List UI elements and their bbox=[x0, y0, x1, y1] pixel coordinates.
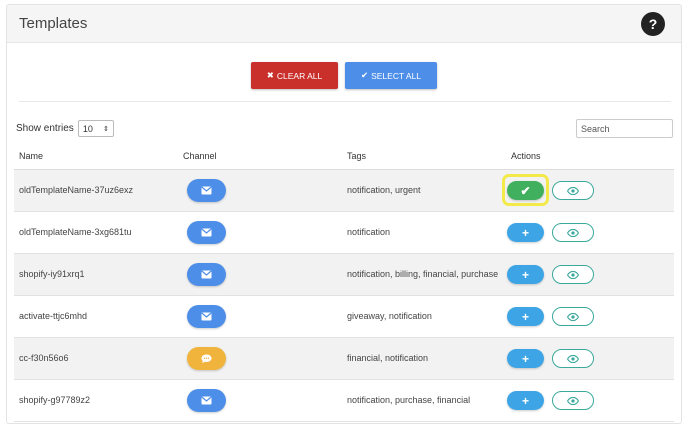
plus-icon: + bbox=[521, 309, 529, 324]
eye-icon bbox=[567, 312, 579, 321]
template-name: oldTemplateName-3xg681tu bbox=[19, 227, 132, 237]
plus-icon: + bbox=[521, 393, 529, 408]
envelope-icon bbox=[201, 228, 212, 237]
template-name: shopify-iy91xrq1 bbox=[19, 269, 85, 279]
template-name: activate-ttjc6mhd bbox=[19, 311, 88, 321]
template-name: oldTemplateName-37uz6exz bbox=[19, 185, 134, 195]
template-tags: notification, purchase, financial bbox=[347, 395, 471, 405]
divider bbox=[19, 101, 671, 102]
check-icon: ✔ bbox=[520, 183, 531, 198]
eye-icon bbox=[567, 270, 579, 279]
panel-header: Templates ? bbox=[7, 5, 681, 43]
template-tags: notification bbox=[347, 227, 391, 237]
envelope-icon bbox=[201, 186, 212, 195]
page-title: Templates bbox=[19, 15, 88, 32]
entries-value: 10 bbox=[82, 123, 93, 134]
eye-icon bbox=[567, 396, 579, 405]
entries-select[interactable]: 10 ⇕ bbox=[77, 120, 114, 137]
clear-all-button[interactable]: ✖ CLEAR ALL bbox=[251, 62, 338, 89]
table-row: activate-ttjc6mhd giveaway, notification + bbox=[14, 296, 674, 338]
add-button[interactable]: + bbox=[507, 307, 544, 326]
show-entries: Show entries 10 ⇕ bbox=[16, 120, 114, 137]
column-header-name[interactable]: Name bbox=[19, 151, 43, 161]
channel-button[interactable] bbox=[187, 347, 226, 370]
table-row: cc-f30n56o6 financial, notification + bbox=[14, 338, 674, 380]
search-input[interactable] bbox=[576, 119, 673, 138]
help-button[interactable]: ? bbox=[641, 12, 665, 36]
envelope-icon bbox=[201, 396, 212, 405]
channel-button[interactable] bbox=[187, 221, 226, 244]
envelope-icon bbox=[201, 270, 212, 279]
template-tags: financial, notification bbox=[347, 353, 429, 363]
add-button[interactable]: + bbox=[507, 349, 544, 368]
plus-icon: + bbox=[521, 267, 529, 282]
table-row: oldTemplateName-3xg681tu notification + bbox=[14, 212, 674, 254]
column-header-channel[interactable]: Channel bbox=[183, 151, 217, 161]
select-all-label: SELECT ALL bbox=[371, 70, 422, 81]
view-button[interactable] bbox=[552, 181, 594, 200]
add-button[interactable]: + bbox=[507, 391, 544, 410]
clear-all-label: CLEAR ALL bbox=[276, 70, 323, 81]
channel-button[interactable] bbox=[187, 179, 226, 202]
template-tags: notification, urgent bbox=[347, 185, 421, 195]
show-entries-label: Show entries bbox=[16, 123, 74, 134]
view-button[interactable] bbox=[552, 223, 594, 242]
add-button[interactable]: + bbox=[507, 265, 544, 284]
view-button[interactable] bbox=[552, 307, 594, 326]
caret-updown-icon: ⇕ bbox=[102, 125, 109, 133]
eye-icon bbox=[567, 354, 579, 363]
table-row: oldTemplateName-37uz6exz notification, ur… bbox=[14, 170, 674, 212]
plus-icon: + bbox=[521, 225, 529, 240]
add-button[interactable]: + bbox=[507, 223, 544, 242]
channel-button[interactable] bbox=[187, 263, 226, 286]
column-header-actions: Actions bbox=[511, 151, 541, 161]
channel-button[interactable] bbox=[187, 305, 226, 328]
view-button[interactable] bbox=[552, 265, 594, 284]
double-check-icon: ✔ bbox=[360, 70, 369, 80]
view-button[interactable] bbox=[552, 391, 594, 410]
chat-bubble-icon bbox=[201, 354, 212, 364]
templates-panel: Templates ? ✖ CLEAR ALL ✔ SELECT ALL Sho… bbox=[6, 4, 682, 424]
column-header-tags[interactable]: Tags bbox=[347, 151, 366, 161]
template-name: shopify-g97789z2 bbox=[19, 395, 91, 405]
view-button[interactable] bbox=[552, 349, 594, 368]
eye-icon bbox=[567, 186, 579, 195]
select-all-button[interactable]: ✔ SELECT ALL bbox=[345, 62, 437, 89]
template-tags: notification, billing, financial, purcha… bbox=[347, 269, 499, 279]
envelope-icon bbox=[201, 312, 212, 321]
plus-icon: + bbox=[521, 351, 529, 366]
x-icon: ✖ bbox=[266, 70, 274, 80]
channel-button[interactable] bbox=[187, 389, 226, 412]
template-name: cc-f30n56o6 bbox=[19, 353, 69, 363]
template-tags: giveaway, notification bbox=[347, 311, 432, 321]
table-row: shopify-iy91xrq1 notification, billing, f… bbox=[14, 254, 674, 296]
selected-button[interactable]: ✔ bbox=[507, 181, 544, 200]
table-row: shopify-g97789z2 notification, purchase, … bbox=[14, 380, 674, 422]
eye-icon bbox=[567, 228, 579, 237]
